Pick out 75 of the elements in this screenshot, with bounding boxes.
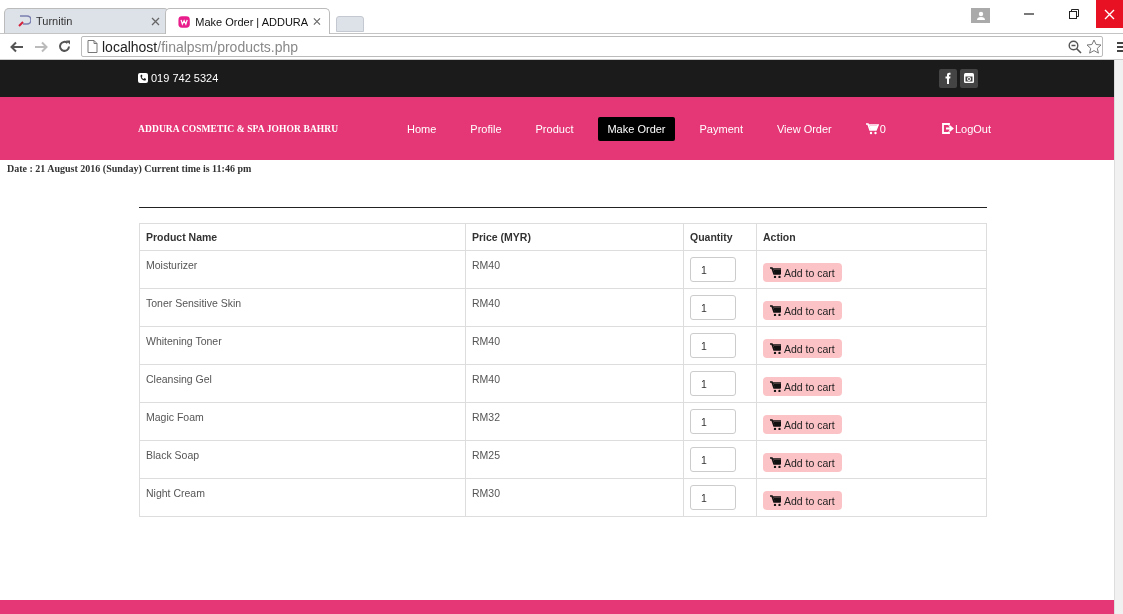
- facebook-button[interactable]: [939, 68, 957, 88]
- cart-icon: [770, 457, 781, 468]
- scrollbar[interactable]: [1114, 59, 1123, 614]
- quantity-field[interactable]: 1: [690, 485, 736, 510]
- quantity-field[interactable]: 1: [690, 257, 736, 282]
- close-icon: [313, 17, 321, 26]
- person-icon: [975, 11, 986, 20]
- cart-icon: [770, 495, 781, 506]
- cart-icon: [770, 305, 781, 316]
- phone-icon: [138, 73, 148, 83]
- browser-tab[interactable]: Make Order | ADDURA: [165, 8, 330, 34]
- add-to-cart-button[interactable]: Add to cart: [763, 415, 842, 434]
- back-icon: [10, 40, 24, 53]
- column-header: Action: [756, 223, 987, 251]
- date-line: Date : 21 August 2016 (Sunday) Current time is 11:46 pm: [6, 162, 253, 174]
- nav-link[interactable]: Product: [526, 116, 583, 141]
- cart-icon: [770, 343, 781, 354]
- cart-link[interactable]: 0: [856, 116, 895, 141]
- product-name: Moisturizer: [139, 250, 466, 289]
- reload-icon: [58, 40, 71, 53]
- phone-number: 019 742 5324: [151, 72, 219, 84]
- add-to-cart-button[interactable]: Add to cart: [763, 263, 842, 282]
- zoom-out-icon: [1068, 39, 1082, 54]
- quantity-field[interactable]: 1: [690, 447, 736, 472]
- address-field[interactable]: localhost/finalpsm/products.php: [81, 36, 1103, 57]
- brand-name: ADDURA COSMETIC & SPA JOHOR BAHRU: [138, 123, 340, 134]
- nav-link[interactable]: View Order: [767, 116, 841, 141]
- logout-link[interactable]: LogOut: [932, 116, 1000, 141]
- nav-link[interactable]: Profile: [461, 116, 511, 141]
- product-name: Night Cream: [139, 478, 466, 517]
- add-to-cart-button[interactable]: Add to cart: [763, 339, 842, 358]
- nav-link[interactable]: Home: [398, 116, 446, 141]
- cart-icon: [770, 419, 781, 430]
- cart-icon: [865, 122, 879, 135]
- nav-link[interactable]: Make Order: [598, 116, 675, 141]
- price: RM30: [465, 478, 684, 517]
- price: RM25: [465, 440, 684, 479]
- close-icon: [151, 16, 160, 26]
- quantity-field[interactable]: 1: [690, 333, 736, 358]
- close-button[interactable]: [1096, 0, 1123, 28]
- minimize-icon: [1023, 13, 1034, 15]
- product-name: Cleansing Gel: [139, 364, 466, 403]
- product-name: Toner Sensitive Skin: [139, 288, 466, 327]
- product-name: Magic Foam: [139, 402, 466, 441]
- menu-icon: [1117, 40, 1123, 53]
- instagram-button[interactable]: [960, 68, 978, 88]
- nav-link[interactable]: Payment: [690, 116, 752, 141]
- cart-icon: [770, 381, 781, 392]
- add-to-cart-button[interactable]: Add to cart: [763, 453, 842, 472]
- logout-icon: [941, 123, 954, 134]
- column-header: Price (MYR): [465, 223, 684, 251]
- price: RM40: [465, 364, 684, 403]
- quantity-field[interactable]: 1: [690, 409, 736, 434]
- instagram-icon: [963, 72, 975, 84]
- site-icon: [178, 14, 191, 29]
- add-to-cart-button[interactable]: Add to cart: [763, 301, 842, 320]
- page-icon: [87, 40, 98, 53]
- price: RM40: [465, 326, 684, 365]
- product-name: Black Soap: [139, 440, 466, 479]
- price: RM40: [465, 288, 684, 327]
- price: RM40: [465, 250, 684, 289]
- document-icon: [17, 14, 31, 28]
- quantity-field[interactable]: 1: [690, 295, 736, 320]
- column-header: Quantity: [683, 223, 757, 251]
- cart-icon: [770, 267, 781, 278]
- column-header: Product Name: [139, 223, 466, 251]
- quantity-field[interactable]: 1: [690, 371, 736, 396]
- restore-icon: [1068, 9, 1079, 19]
- forward-icon: [34, 40, 48, 53]
- price: RM32: [465, 402, 684, 441]
- close-icon: [1104, 8, 1115, 20]
- add-to-cart-button[interactable]: Add to cart: [763, 491, 842, 510]
- star-icon: [1086, 39, 1102, 54]
- add-to-cart-button[interactable]: Add to cart: [763, 377, 842, 396]
- product-name: Whitening Toner: [139, 326, 466, 365]
